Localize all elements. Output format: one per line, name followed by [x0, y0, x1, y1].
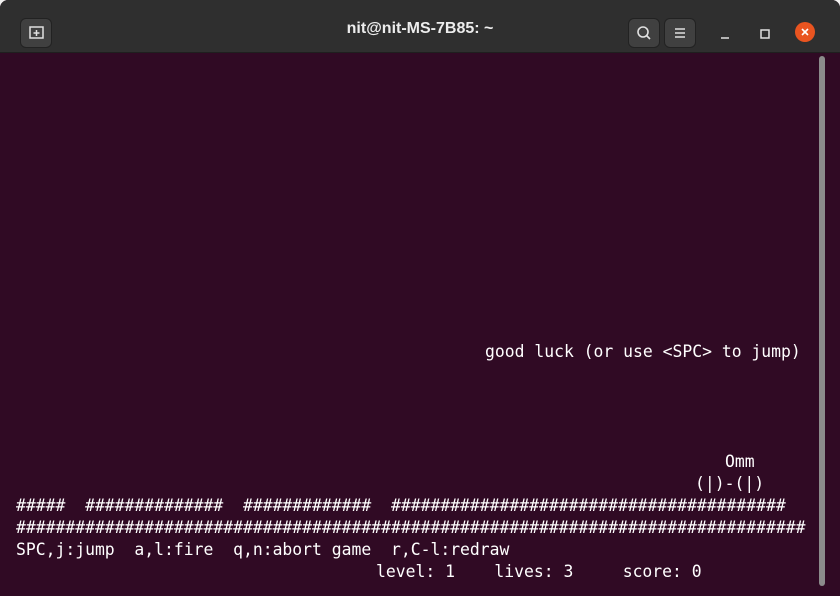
player-sprite-body: (|)-(|)	[695, 474, 765, 493]
minimize-icon	[721, 37, 729, 39]
help-line: SPC,j:jump a,l:fire q,n:abort game r,C-l…	[16, 540, 510, 559]
search-button[interactable]	[628, 18, 660, 48]
title-bar: nit@nit-MS-7B85: ~	[0, 0, 840, 53]
minimize-button[interactable]	[715, 24, 735, 44]
close-icon	[801, 28, 809, 36]
ground-row-bottom: ########################################…	[16, 518, 806, 537]
close-button[interactable]	[795, 22, 815, 42]
player-sprite-head: Omm	[725, 452, 755, 471]
terminal-window: nit@nit-MS-7B85: ~ good luck (or use <SP…	[0, 0, 840, 596]
ground-row-top: ##### ############## ############# #####…	[16, 496, 786, 515]
status-line: level: 1 lives: 3 score: 0	[376, 562, 702, 581]
game-message: good luck (or use <SPC> to jump)	[485, 342, 801, 361]
search-icon	[637, 26, 651, 40]
scrollbar[interactable]	[819, 56, 825, 586]
terminal-area[interactable]: good luck (or use <SPC> to jump) Omm (|)…	[14, 53, 818, 596]
window-title: nit@nit-MS-7B85: ~	[346, 20, 494, 37]
maximize-button[interactable]	[755, 24, 775, 44]
menu-button[interactable]	[664, 18, 696, 48]
menu-icon	[675, 28, 685, 38]
maximize-icon	[760, 29, 770, 39]
